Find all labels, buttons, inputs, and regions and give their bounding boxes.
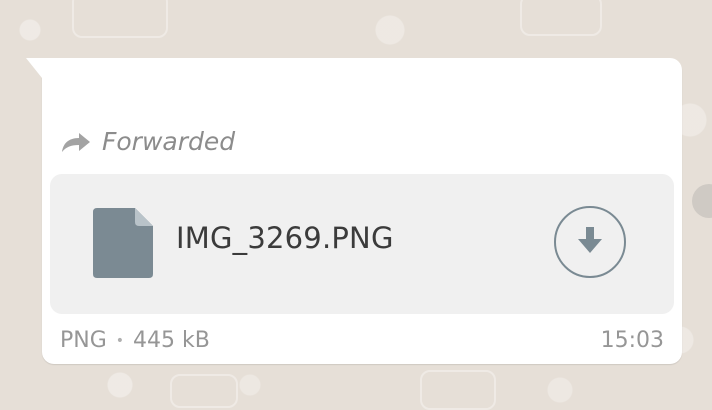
- forwarded-indicator: Forwarded: [60, 126, 235, 156]
- meta-separator: •: [115, 332, 125, 349]
- download-arrow-icon: [577, 225, 603, 260]
- file-name: IMG_3269.PNG: [176, 221, 394, 255]
- forwarded-label: Forwarded: [102, 126, 236, 156]
- file-size: 445 kB: [133, 328, 210, 353]
- download-button[interactable]: [554, 206, 626, 278]
- file-type: PNG: [60, 328, 107, 353]
- document-icon: [93, 208, 153, 278]
- wallpaper-doodle: [170, 374, 238, 408]
- file-meta: PNG • 445 kB: [60, 328, 210, 353]
- forward-arrow-icon: [60, 130, 92, 152]
- file-attachment[interactable]: IMG_3269.PNG: [50, 174, 674, 314]
- message-timestamp: 15:03: [600, 328, 664, 353]
- wallpaper-doodle: [520, 0, 602, 36]
- message-bubble-tail: [26, 58, 42, 78]
- wallpaper-doodle: [420, 370, 496, 410]
- wallpaper-doodle: [72, 0, 168, 38]
- message-bubble[interactable]: Forwarded IMG_3269.PNG PNG • 445 kB 15:0…: [26, 58, 682, 364]
